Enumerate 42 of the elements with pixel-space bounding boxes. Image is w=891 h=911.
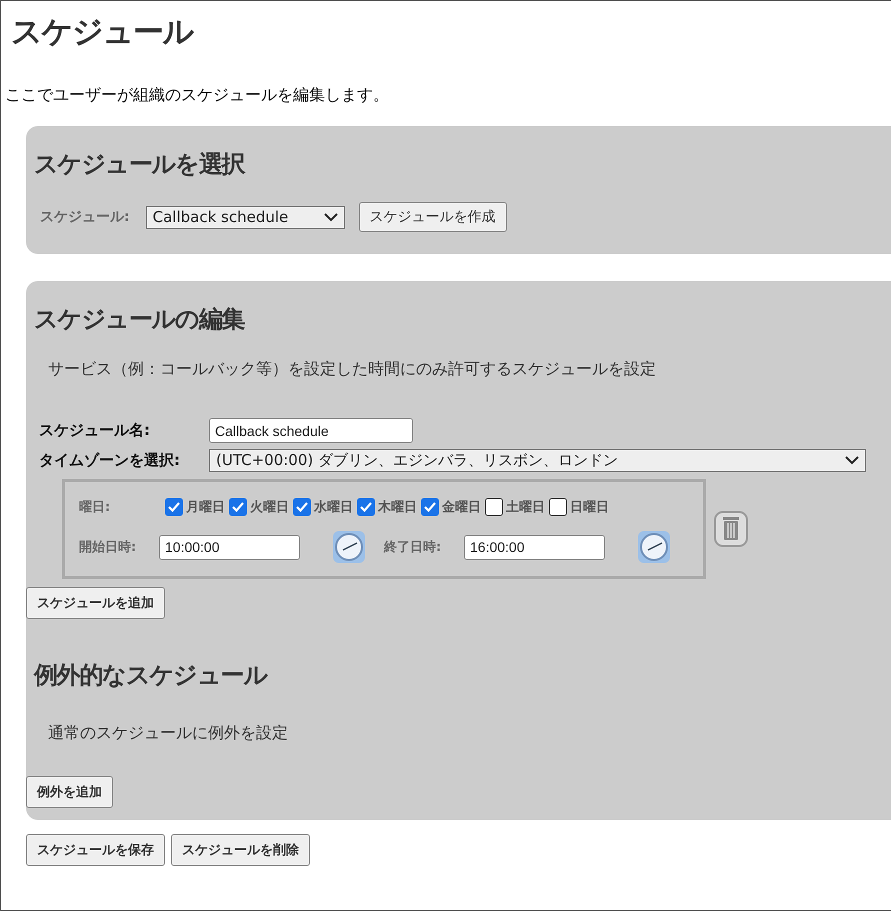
page-title: スケジュール xyxy=(11,13,194,52)
day-checkbox[interactable] xyxy=(229,498,247,516)
create-schedule-button[interactable]: スケジュールを作成 xyxy=(358,202,507,232)
day-label: 土曜日 xyxy=(506,499,545,516)
days-label: 曜日: xyxy=(79,499,112,516)
panel-description: 通常のスケジュールに例外を設定 xyxy=(48,723,289,744)
page-description: ここでユーザーが組織のスケジュールを編集します。 xyxy=(5,85,390,106)
save-schedule-button[interactable]: スケジュールを保存 xyxy=(26,834,165,866)
day-checkbox[interactable] xyxy=(293,498,311,516)
day-label: 火曜日 xyxy=(250,499,289,516)
end-time-field[interactable]: 16:00:00 xyxy=(464,534,605,560)
day-label: 日曜日 xyxy=(570,499,609,516)
schedule-name-field[interactable]: Callback schedule xyxy=(209,418,413,443)
day-label: 月曜日 xyxy=(186,499,225,516)
day-checkbox[interactable] xyxy=(357,498,375,516)
panel-heading: 例外的なスケジュール xyxy=(34,660,269,691)
end-time-label: 終了日時: xyxy=(384,539,442,556)
trash-icon[interactable] xyxy=(714,511,748,547)
schedule-dropdown[interactable]: Callback schedule xyxy=(146,206,345,228)
add-schedule-button[interactable]: スケジュールを追加 xyxy=(26,587,165,619)
day-checkbox[interactable] xyxy=(421,498,439,516)
day-checkbox[interactable] xyxy=(549,498,567,516)
panel-description: サービス（例：コールバック等）を設定した時間にのみ許可するスケジュールを設定 xyxy=(48,359,657,380)
clock-icon[interactable] xyxy=(332,530,366,564)
day-label: 水曜日 xyxy=(314,499,353,516)
day-label: 木曜日 xyxy=(378,499,417,516)
timezone-label: タイムゾーンを選択: xyxy=(39,451,181,470)
day-checkbox[interactable] xyxy=(485,498,503,516)
day-label: 金曜日 xyxy=(442,499,481,516)
delete-schedule-button[interactable]: スケジュールを削除 xyxy=(171,834,310,866)
schedule-name-label: スケジュール名: xyxy=(39,421,151,440)
panel-heading: スケジュールの編集 xyxy=(34,304,246,335)
caret-icon xyxy=(845,456,859,465)
clock-icon[interactable] xyxy=(637,530,671,564)
schedule-label: スケジュール: xyxy=(40,208,130,226)
day-checkbox[interactable] xyxy=(165,498,183,516)
timezone-dropdown[interactable]: (UTC+00:00) ダブリン、エジンバラ、リスボン、ロンドン xyxy=(209,449,866,472)
start-time-label: 開始日時: xyxy=(79,539,138,556)
start-time-field[interactable]: 10:00:00 xyxy=(159,534,300,560)
panel-heading: スケジュールを選択 xyxy=(34,149,246,180)
caret-icon xyxy=(324,212,338,222)
add-exception-button[interactable]: 例外を追加 xyxy=(26,776,113,808)
